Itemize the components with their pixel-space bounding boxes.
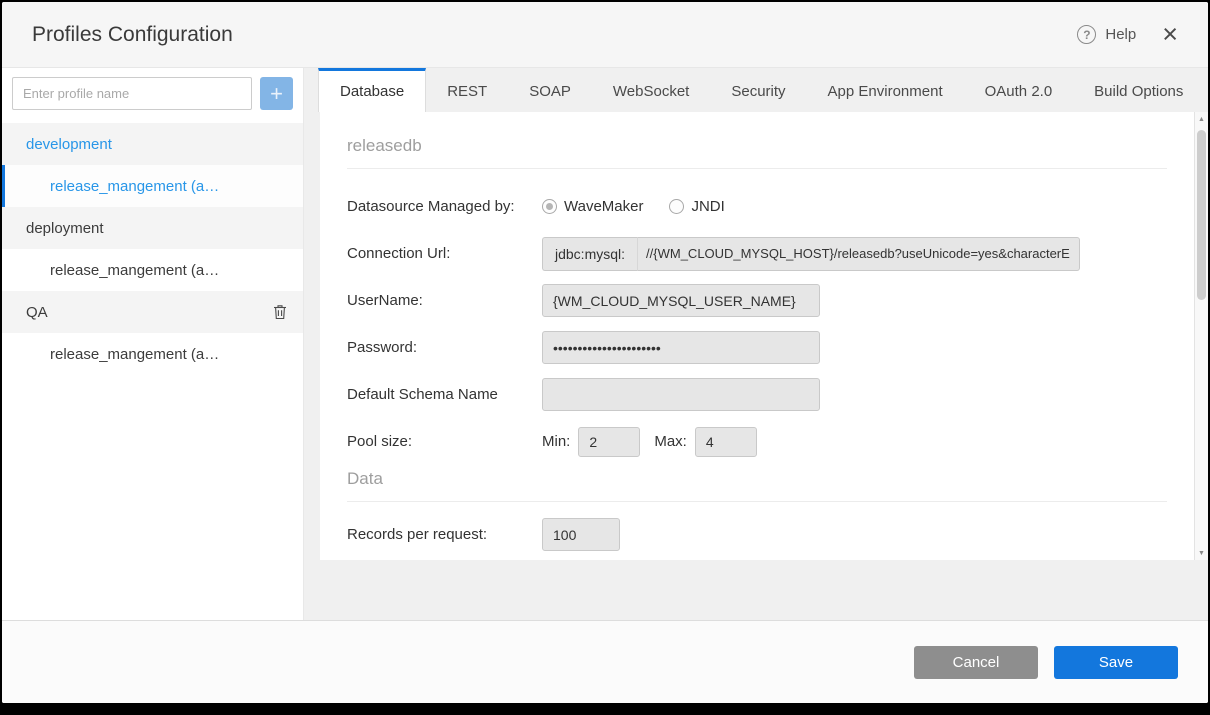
trash-icon[interactable] <box>273 304 287 320</box>
profile-item-development[interactable]: development <box>2 123 303 165</box>
records-per-request-row: Records per request: <box>347 511 1167 558</box>
radio-icon-wavemaker <box>542 199 557 214</box>
datasource-label: Datasource Managed by: <box>347 198 542 215</box>
tab-oauth-2-0[interactable]: OAuth 2.0 <box>964 68 1074 112</box>
profile-item-label: QA <box>26 304 48 321</box>
password-input[interactable] <box>542 331 820 364</box>
pool-size-row: Pool size: Min: Max: <box>347 418 1167 465</box>
pool-min-label: Min: <box>542 433 570 450</box>
username-row: UserName: <box>347 277 1167 324</box>
dialog-body: + development release_mangement (a… deploy… <box>2 68 1208 620</box>
database-panel: releasedb Datasource Managed by: WaveMak… <box>320 112 1194 560</box>
radio-label-wavemaker: WaveMaker <box>564 198 643 215</box>
profile-item-label: deployment <box>26 220 104 237</box>
tab-websocket[interactable]: WebSocket <box>592 68 710 112</box>
schema-label: Default Schema Name <box>347 386 542 403</box>
records-per-request-input[interactable] <box>542 518 620 551</box>
radio-label-jndi: JNDI <box>691 198 724 215</box>
profile-item-release-mangement-a[interactable]: release_mangement (a… <box>2 165 303 207</box>
main-content: DatabaseRESTSOAPWebSocketSecurityApp Env… <box>304 68 1208 620</box>
scroll-thumb[interactable] <box>1197 130 1206 300</box>
radio-jndi[interactable]: JNDI <box>669 198 724 215</box>
profiles-sidebar: + development release_mangement (a… deploy… <box>2 68 304 620</box>
save-button[interactable]: Save <box>1054 646 1178 679</box>
tab-app-environment[interactable]: App Environment <box>807 68 964 112</box>
profile-item-label: release_mangement (a… <box>50 178 219 195</box>
radio-icon-jndi <box>669 199 684 214</box>
pool-size-controls: Min: Max: <box>542 427 757 457</box>
profile-item-deployment[interactable]: deployment <box>2 207 303 249</box>
tab-database[interactable]: Database <box>318 68 426 112</box>
username-input[interactable] <box>542 284 820 317</box>
add-profile-button[interactable]: + <box>260 77 293 110</box>
password-label: Password: <box>347 339 542 356</box>
connection-url-group: jdbc:mysql: <box>542 237 1080 271</box>
connection-url-row: Connection Url: jdbc:mysql: <box>347 230 1167 277</box>
tab-rest[interactable]: REST <box>426 68 508 112</box>
panel-wrap: releasedb Datasource Managed by: WaveMak… <box>304 112 1208 560</box>
tab-bar: DatabaseRESTSOAPWebSocketSecurityApp Env… <box>304 68 1208 112</box>
pool-size-label: Pool size: <box>347 433 542 450</box>
scroll-up-button[interactable]: ▲ <box>1195 112 1208 126</box>
help-icon: ? <box>1077 25 1096 44</box>
tab-build-options[interactable]: Build Options <box>1073 68 1204 112</box>
close-icon[interactable]: × <box>1162 21 1178 48</box>
cancel-button[interactable]: Cancel <box>914 646 1038 679</box>
profile-item-release-mangement-a[interactable]: release_mangement (a… <box>2 333 303 375</box>
username-label: UserName: <box>347 292 542 309</box>
scroll-track[interactable] <box>1195 126 1208 546</box>
profiles-configuration-dialog: Profiles Configuration ? Help × + develo… <box>2 2 1208 703</box>
dialog-header: Profiles Configuration ? Help × <box>2 2 1208 68</box>
scrollbar[interactable]: ▲ ▼ <box>1194 112 1208 560</box>
pool-max-input[interactable] <box>695 427 757 457</box>
datasource-radio-group: WaveMaker JNDI <box>542 198 725 215</box>
dialog-footer: Cancel Save <box>2 620 1208 703</box>
schema-row: Default Schema Name <box>347 371 1167 418</box>
profile-name-input[interactable] <box>12 77 252 110</box>
profile-item-qa[interactable]: QA <box>2 291 303 333</box>
password-row: Password: <box>347 324 1167 371</box>
profile-item-label: release_mangement (a… <box>50 262 219 279</box>
radio-wavemaker[interactable]: WaveMaker <box>542 198 643 215</box>
help-button[interactable]: ? Help <box>1077 25 1136 44</box>
profile-search-row: + <box>2 68 303 123</box>
section-title-releasedb: releasedb <box>347 112 1167 169</box>
profile-item-release-mangement-a[interactable]: release_mangement (a… <box>2 249 303 291</box>
scroll-down-button[interactable]: ▼ <box>1195 546 1208 560</box>
tab-security[interactable]: Security <box>710 68 806 112</box>
help-label: Help <box>1105 26 1136 43</box>
profile-list: development release_mangement (a… deployme… <box>2 123 303 375</box>
connection-url-prefix: jdbc:mysql: <box>542 237 638 271</box>
section-title-data: Data <box>347 465 1167 502</box>
connection-url-input[interactable] <box>638 237 1080 271</box>
connection-url-label: Connection Url: <box>347 245 542 262</box>
pool-max-label: Max: <box>654 433 687 450</box>
tab-soap[interactable]: SOAP <box>508 68 592 112</box>
pool-min-input[interactable] <box>578 427 640 457</box>
header-actions: ? Help × <box>1077 21 1178 48</box>
datasource-row: Datasource Managed by: WaveMaker JNDI <box>347 183 1167 230</box>
schema-input[interactable] <box>542 378 820 411</box>
profile-item-label: release_mangement (a… <box>50 346 219 363</box>
page-title: Profiles Configuration <box>32 23 233 47</box>
records-per-request-label: Records per request: <box>347 526 542 543</box>
profile-item-label: development <box>26 136 112 153</box>
